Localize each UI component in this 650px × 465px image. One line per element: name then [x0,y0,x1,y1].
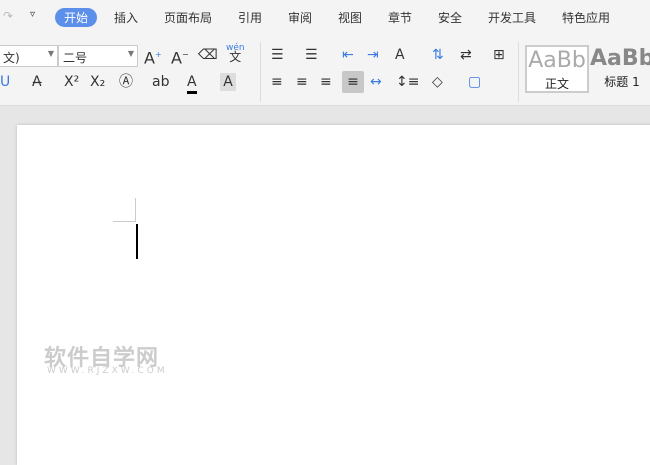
tab-special-apps[interactable]: 特色应用 [562,9,610,26]
align-left-icon[interactable]: ≡ [271,73,283,91]
watermark-url: WWW.RJZXW.COM [47,366,168,376]
line-spacing-icon[interactable]: ↕≡ [396,73,419,91]
grow-font-icon[interactable]: A+ [144,46,162,67]
char-shading-icon[interactable]: A [220,73,236,91]
border-icon[interactable]: ▢ [468,73,481,91]
style-preview: AaBb [590,46,650,71]
style-preview: AaBb [528,48,586,73]
tab-page-layout[interactable]: 页面布局 [164,9,212,26]
table-icon[interactable]: ⊞ [493,46,505,64]
subscript-icon[interactable]: X₂ [90,73,105,91]
distributed-align-icon[interactable]: ↔ [370,73,382,91]
text-cursor [136,224,138,259]
text-direction-icon[interactable]: A [395,46,405,64]
margin-corner-mark [113,198,136,222]
style-label: 正文 [544,77,569,91]
redo-icon[interactable]: ↷ [3,9,13,23]
font-color-icon[interactable]: A [187,73,197,94]
document-page[interactable] [17,125,650,465]
increase-indent-icon[interactable]: ⇥ [367,46,379,64]
tab-review[interactable]: 审阅 [288,9,312,26]
font-name-select[interactable]: 文) ▼ [0,45,58,67]
style-heading-1[interactable]: AaBb 标题 1 [590,45,650,93]
font-size-value: 二号 [63,51,88,65]
justify-icon[interactable]: ≡ [342,71,364,93]
bullet-list-icon[interactable]: ☰ [271,46,284,64]
align-center-icon[interactable]: ≡ [296,73,308,91]
shading-icon[interactable]: ◇ [432,73,443,91]
paragraph-spacing-icon[interactable]: ⇄ [460,46,472,64]
tab-developer[interactable]: 开发工具 [488,9,536,26]
decrease-indent-icon[interactable]: ⇤ [342,46,354,64]
superscript-icon[interactable]: X² [64,73,79,91]
style-normal[interactable]: AaBb 正文 [525,45,589,93]
shrink-font-icon[interactable]: A− [171,46,189,67]
tab-references[interactable]: 引用 [238,9,262,26]
quick-access-dropdown-icon[interactable]: ▿ [30,9,35,20]
style-label: 标题 1 [604,75,640,89]
tab-section[interactable]: 章节 [388,9,412,26]
tab-insert[interactable]: 插入 [114,9,138,26]
text-effect-icon[interactable]: Ⓐ [119,73,133,91]
font-name-value: 文) [3,51,20,65]
menu-bar: ↷ ▿ 开始 插入 页面布局 引用 审阅 视图 章节 安全 开发工具 特色应用 [0,0,650,36]
tab-security[interactable]: 安全 [438,9,462,26]
highlight-icon[interactable]: ab [152,73,169,91]
underline-icon[interactable]: U [0,73,10,91]
numbered-list-icon[interactable]: ☰ [305,46,318,64]
sort-icon[interactable]: ⇅ [432,46,444,64]
tab-view[interactable]: 视图 [338,9,362,26]
clear-format-icon[interactable]: ⌫ [198,46,218,64]
align-right-icon[interactable]: ≡ [320,73,332,91]
pinyin-guide-icon[interactable]: wén 文 [226,44,245,64]
strikethrough-icon[interactable]: A̶ [32,73,42,91]
font-size-select[interactable]: 二号 ▼ [58,45,138,67]
tab-home[interactable]: 开始 [55,8,98,27]
